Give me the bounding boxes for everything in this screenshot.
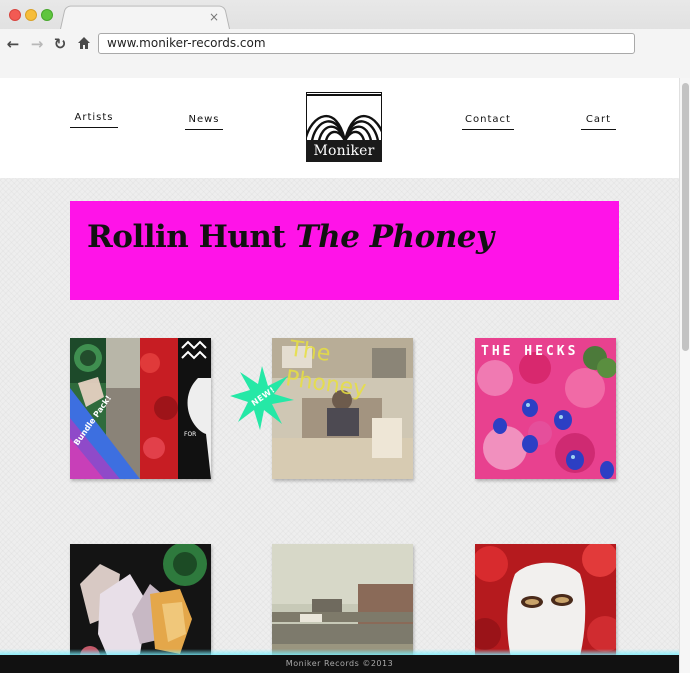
logo-arcs-icon [306,92,382,140]
page-viewport: Artists News Contact Cart Moniker Rollin… [0,78,679,673]
site-header: Artists News Contact Cart Moniker [0,78,679,178]
release-the-hecks[interactable]: THE HECKS [475,338,616,479]
home-icon[interactable] [76,36,92,52]
browser-chrome: × ← → ↻ www.moniker-records.com [0,0,690,78]
minimize-window-button[interactable] [25,9,37,21]
scrollbar[interactable] [679,78,690,673]
nav-cart[interactable]: Cart [581,114,616,130]
bundle-cover-art [70,338,211,479]
nav-artists[interactable]: Artists [70,112,118,128]
banner-artist: Rollin Hunt [87,219,286,255]
nav-news[interactable]: News [185,114,223,130]
hecks-cover-art [475,338,616,479]
forward-icon[interactable]: → [29,36,45,52]
site-footer: Moniker Records ©2013 [0,655,679,673]
close-window-button[interactable] [9,9,21,21]
nav-contact[interactable]: Contact [462,114,514,130]
reload-icon[interactable]: ↻ [52,36,68,52]
maximize-window-button[interactable] [41,9,53,21]
featured-banner[interactable]: Rollin Hunt The Phoney [70,201,619,300]
bundle-cover-text: FOR [184,431,197,438]
hecks-cover-text: THE HECKS [481,344,579,359]
url-bar[interactable]: www.moniker-records.com [98,33,635,54]
browser-tab[interactable] [60,5,230,29]
banner-album: The Phoney [295,219,494,255]
release-bundle-pack[interactable]: Bundle Pack! FOR [70,338,211,479]
banner-title: Rollin Hunt The Phoney [87,219,494,255]
back-icon[interactable]: ← [5,36,21,52]
tab-close-icon[interactable]: × [209,10,219,24]
logo-wordmark: Moniker [306,140,382,162]
scrollbar-thumb[interactable] [682,83,689,351]
site-logo[interactable]: Moniker [306,92,382,162]
